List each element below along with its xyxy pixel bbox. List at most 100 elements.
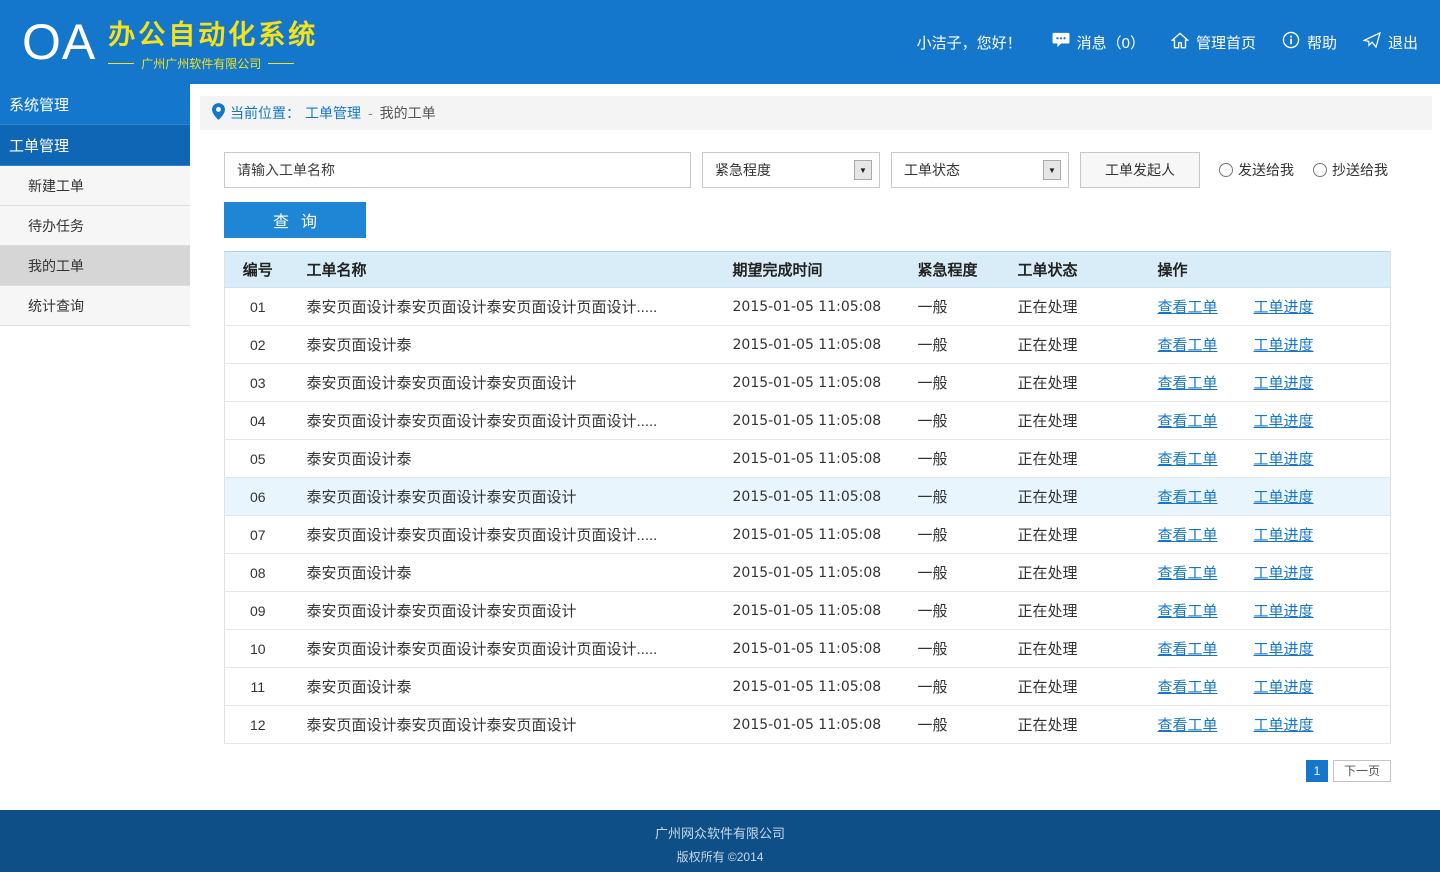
app-title: 办公自动化系统 [108, 13, 318, 52]
order-status-cell: 正在处理 [1006, 706, 1146, 744]
logout-icon [1363, 32, 1381, 52]
order-time-cell: 2015-01-05 11:05:08 [721, 478, 906, 516]
table-row: 09泰安页面设计泰安页面设计泰安页面设计2015-01-05 11:05:08一… [225, 592, 1391, 630]
order-id-cell: 11 [225, 668, 291, 706]
order-id-cell: 12 [225, 706, 291, 744]
col-header-status: 工单状态 [1006, 252, 1146, 288]
layout: 系统管理 工单管理 新建工单 待办任务 我的工单 统计查询 当前位置： 工单管理… [0, 84, 1440, 810]
order-progress-link[interactable]: 工单进度 [1254, 603, 1314, 620]
order-actions-cell: 查看工单 工单进度 [1146, 364, 1391, 402]
sidebar-item-statistics-query[interactable]: 统计查询 [0, 286, 190, 326]
order-name-cell: 泰安页面设计泰 [291, 326, 721, 364]
view-order-link[interactable]: 查看工单 [1158, 375, 1218, 392]
view-order-link[interactable]: 查看工单 [1158, 717, 1218, 734]
order-name-cell: 泰安页面设计泰安页面设计泰安页面设计 [291, 364, 721, 402]
order-urgency-cell: 一般 [906, 326, 1006, 364]
order-name-cell: 泰安页面设计泰安页面设计泰安页面设计页面设计..... [291, 630, 721, 668]
view-order-link[interactable]: 查看工单 [1158, 527, 1218, 544]
view-order-link[interactable]: 查看工单 [1158, 413, 1218, 430]
cc-to-me-radio[interactable] [1313, 163, 1327, 177]
order-actions-cell: 查看工单 工单进度 [1146, 516, 1391, 554]
logout-link[interactable]: 退出 [1363, 32, 1418, 53]
order-status-cell: 正在处理 [1006, 326, 1146, 364]
order-id-cell: 04 [225, 402, 291, 440]
sent-to-me-radio[interactable] [1219, 163, 1233, 177]
view-order-link[interactable]: 查看工单 [1158, 489, 1218, 506]
sidebar-item-my-workorders[interactable]: 我的工单 [0, 246, 190, 286]
order-urgency-cell: 一般 [906, 630, 1006, 668]
view-order-link[interactable]: 查看工单 [1158, 451, 1218, 468]
order-progress-link[interactable]: 工单进度 [1254, 413, 1314, 430]
order-actions-cell: 查看工单 工单进度 [1146, 440, 1391, 478]
order-time-cell: 2015-01-05 11:05:08 [721, 668, 906, 706]
urgency-select[interactable]: 紧急程度 ▼ [702, 152, 880, 188]
sidebar: 系统管理 工单管理 新建工单 待办任务 我的工单 统计查询 [0, 84, 190, 810]
help-link[interactable]: 帮助 [1282, 31, 1337, 53]
order-actions-cell: 查看工单 工单进度 [1146, 554, 1391, 592]
col-header-id: 编号 [225, 252, 291, 288]
order-progress-link[interactable]: 工单进度 [1254, 489, 1314, 506]
order-status-cell: 正在处理 [1006, 440, 1146, 478]
order-time-cell: 2015-01-05 11:05:08 [721, 326, 906, 364]
order-time-cell: 2015-01-05 11:05:08 [721, 706, 906, 744]
col-header-name: 工单名称 [291, 252, 721, 288]
order-urgency-cell: 一般 [906, 402, 1006, 440]
order-progress-link[interactable]: 工单进度 [1254, 641, 1314, 658]
order-name-cell: 泰安页面设计泰安页面设计泰安页面设计 [291, 592, 721, 630]
order-progress-link[interactable]: 工单进度 [1254, 337, 1314, 354]
order-progress-link[interactable]: 工单进度 [1254, 717, 1314, 734]
status-select[interactable]: 工单状态 ▼ [891, 152, 1069, 188]
order-status-cell: 正在处理 [1006, 554, 1146, 592]
order-status-cell: 正在处理 [1006, 288, 1146, 326]
order-actions-cell: 查看工单 工单进度 [1146, 402, 1391, 440]
cc-to-me-label: 抄送给我 [1332, 160, 1388, 180]
search-button[interactable]: 查询 [224, 202, 366, 238]
order-time-cell: 2015-01-05 11:05:08 [721, 440, 906, 478]
order-progress-link[interactable]: 工单进度 [1254, 375, 1314, 392]
order-progress-link[interactable]: 工单进度 [1254, 527, 1314, 544]
page-number-current[interactable]: 1 [1306, 760, 1328, 782]
order-urgency-cell: 一般 [906, 478, 1006, 516]
order-actions-cell: 查看工单 工单进度 [1146, 326, 1391, 364]
order-urgency-cell: 一般 [906, 592, 1006, 630]
order-name-cell: 泰安页面设计泰安页面设计泰安页面设计 [291, 706, 721, 744]
sidebar-item-pending-tasks[interactable]: 待办任务 [0, 206, 190, 246]
sidebar-item-workorder-management[interactable]: 工单管理 [0, 125, 190, 166]
order-time-cell: 2015-01-05 11:05:08 [721, 288, 906, 326]
sidebar-item-new-workorder[interactable]: 新建工单 [0, 166, 190, 206]
order-time-cell: 2015-01-05 11:05:08 [721, 364, 906, 402]
table-row: 10泰安页面设计泰安页面设计泰安页面设计页面设计.....2015-01-05 … [225, 630, 1391, 668]
location-pin-icon [212, 103, 225, 123]
order-urgency-cell: 一般 [906, 288, 1006, 326]
view-order-link[interactable]: 查看工单 [1158, 603, 1218, 620]
col-header-actions: 操作 [1146, 252, 1391, 288]
order-id-cell: 07 [225, 516, 291, 554]
order-time-cell: 2015-01-05 11:05:08 [721, 516, 906, 554]
order-name-cell: 泰安页面设计泰安页面设计泰安页面设计 [291, 478, 721, 516]
workorder-name-input[interactable] [224, 152, 691, 188]
view-order-link[interactable]: 查看工单 [1158, 679, 1218, 696]
view-order-link[interactable]: 查看工单 [1158, 641, 1218, 658]
view-order-link[interactable]: 查看工单 [1158, 565, 1218, 582]
order-progress-link[interactable]: 工单进度 [1254, 679, 1314, 696]
order-id-cell: 05 [225, 440, 291, 478]
col-header-time: 期望完成时间 [721, 252, 906, 288]
view-order-link[interactable]: 查看工单 [1158, 337, 1218, 354]
sidebar-item-system-management[interactable]: 系统管理 [0, 84, 190, 125]
decorative-line [268, 63, 294, 64]
messages-link[interactable]: 消息（0） [1052, 32, 1145, 53]
order-progress-link[interactable]: 工单进度 [1254, 565, 1314, 582]
order-name-cell: 泰安页面设计泰安页面设计泰安页面设计页面设计..... [291, 288, 721, 326]
next-page-button[interactable]: 下一页 [1333, 760, 1391, 782]
header-right: 小洁子，您好！ 消息（0） 管理首页 帮助 退出 [917, 31, 1418, 53]
sent-to-me-label: 发送给我 [1238, 160, 1294, 180]
order-progress-link[interactable]: 工单进度 [1254, 299, 1314, 316]
view-order-link[interactable]: 查看工单 [1158, 299, 1218, 316]
col-header-urgency: 紧急程度 [906, 252, 1006, 288]
order-status-cell: 正在处理 [1006, 630, 1146, 668]
decorative-line [108, 63, 134, 64]
order-progress-link[interactable]: 工单进度 [1254, 451, 1314, 468]
order-id-cell: 10 [225, 630, 291, 668]
admin-home-link[interactable]: 管理首页 [1171, 32, 1256, 53]
initiator-button[interactable]: 工单发起人 [1080, 152, 1200, 188]
